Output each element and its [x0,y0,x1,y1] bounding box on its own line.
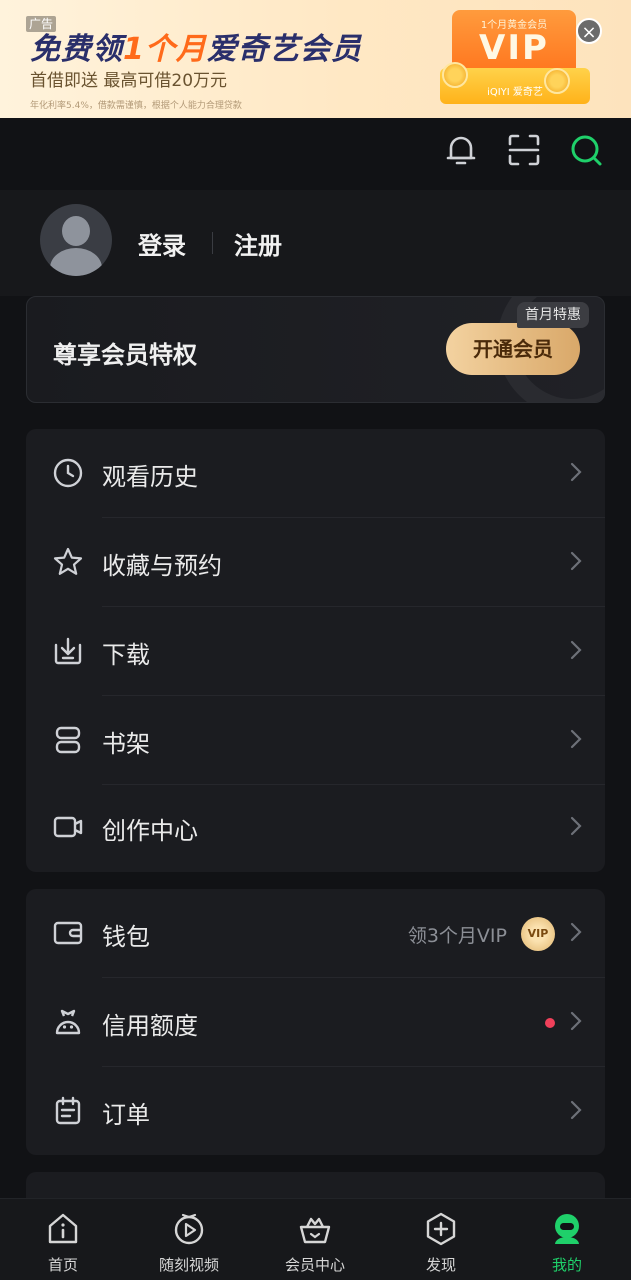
tab-suike-video[interactable]: 随刻视频 [139,1199,239,1280]
camera-icon [53,816,83,838]
chevron-right-icon [570,816,582,836]
menu-group-content: 观看历史 收藏与预约 下载 书架 创作中心 [26,429,605,872]
star-icon [53,547,83,575]
ad-fine-print: 年化利率5.4%，借款需谨慎，根据个人能力合理贷款 [30,101,242,111]
video-icon [174,1213,204,1245]
login-link[interactable]: 登录 [138,226,186,261]
chevron-right-icon [570,729,582,749]
ad-subtitle: 首借即送 最高可借20万元 [30,71,228,91]
bell-icon[interactable] [443,132,479,168]
download-icon [54,637,82,665]
clock-icon [53,458,83,488]
tab-label: 会员中心 [284,1256,345,1274]
profile-header: 登录 注册 [0,190,631,296]
credit-icon [55,1009,81,1035]
menu-item-label: 下载 [102,641,150,669]
bookshelf-icon [55,726,81,754]
first-month-badge: 首月特惠 [517,302,589,328]
divider [212,232,213,254]
search-icon[interactable] [568,132,604,168]
chevron-right-icon [570,1011,582,1031]
ad-vip-card-graphic: 1个月黄金会员 VIP iQIYI 爱奇艺 [440,10,590,110]
coin-icon [544,68,570,94]
close-icon[interactable]: × [576,18,602,44]
discover-icon [426,1212,456,1246]
wallet-promo-text: 领3个月VIP [407,925,507,947]
tab-label: 发现 [425,1256,456,1274]
menu-item-label: 创作中心 [102,817,198,845]
menu-item-credit-limit[interactable]: 信用额度 [26,978,605,1067]
chevron-right-icon [570,1100,582,1120]
tab-label: 我的 [551,1256,582,1274]
open-vip-button[interactable]: 开通会员 [446,323,580,375]
tab-discover[interactable]: 发现 [391,1199,491,1280]
crown-basket-icon [299,1217,331,1244]
menu-item-label: 钱包 [102,923,150,951]
ad-card-vip: VIP [479,28,549,68]
profile-icon [555,1214,579,1244]
ad-banner[interactable]: 广告 免费领1个月爱奇艺会员 首借即送 最高可借20万元 年化利率5.4%，借款… [0,0,631,118]
menu-item-label: 订单 [102,1101,150,1129]
ad-title: 免费领1个月爱奇艺会员 [30,32,362,67]
tab-label: 首页 [47,1256,78,1274]
chevron-right-icon [570,462,582,482]
menu-item-wallet[interactable]: 钱包 领3个月VIP VIP [26,889,605,978]
menu-item-label: 书架 [102,730,150,758]
order-icon [55,1096,81,1125]
menu-item-favorites[interactable]: 收藏与预约 [26,518,605,607]
tab-mine[interactable]: 我的 [517,1199,617,1280]
notification-dot [545,1018,555,1028]
chevron-right-icon [570,922,582,942]
bottom-tab-bar: 首页 随刻视频 会员中心 发现 我的 [0,1198,631,1280]
home-icon [48,1213,78,1244]
menu-item-label: 收藏与预约 [102,552,222,580]
menu-item-bookshelf[interactable]: 书架 [26,696,605,785]
avatar[interactable] [40,204,112,276]
menu-item-orders[interactable]: 订单 [26,1067,605,1156]
menu-item-watch-history[interactable]: 观看历史 [26,429,605,518]
menu-item-creator-center[interactable]: 创作中心 [26,783,605,872]
menu-group-finance: 钱包 领3个月VIP VIP 信用额度 订单 [26,889,605,1155]
tab-home[interactable]: 首页 [13,1199,113,1280]
tab-label: 随刻视频 [158,1256,219,1274]
tab-vip-center[interactable]: 会员中心 [265,1199,365,1280]
chevron-right-icon [570,551,582,571]
scan-icon[interactable] [506,132,542,168]
menu-item-download[interactable]: 下载 [26,607,605,696]
vip-card-title: 尊享会员特权 [53,341,197,369]
menu-item-label: 信用额度 [102,1012,198,1040]
register-link[interactable]: 注册 [234,226,282,261]
menu-item-label: 观看历史 [102,463,198,491]
vip-coin-icon: VIP [521,917,555,951]
wallet-icon [53,921,83,945]
coin-icon [442,62,468,88]
chevron-right-icon [570,640,582,660]
